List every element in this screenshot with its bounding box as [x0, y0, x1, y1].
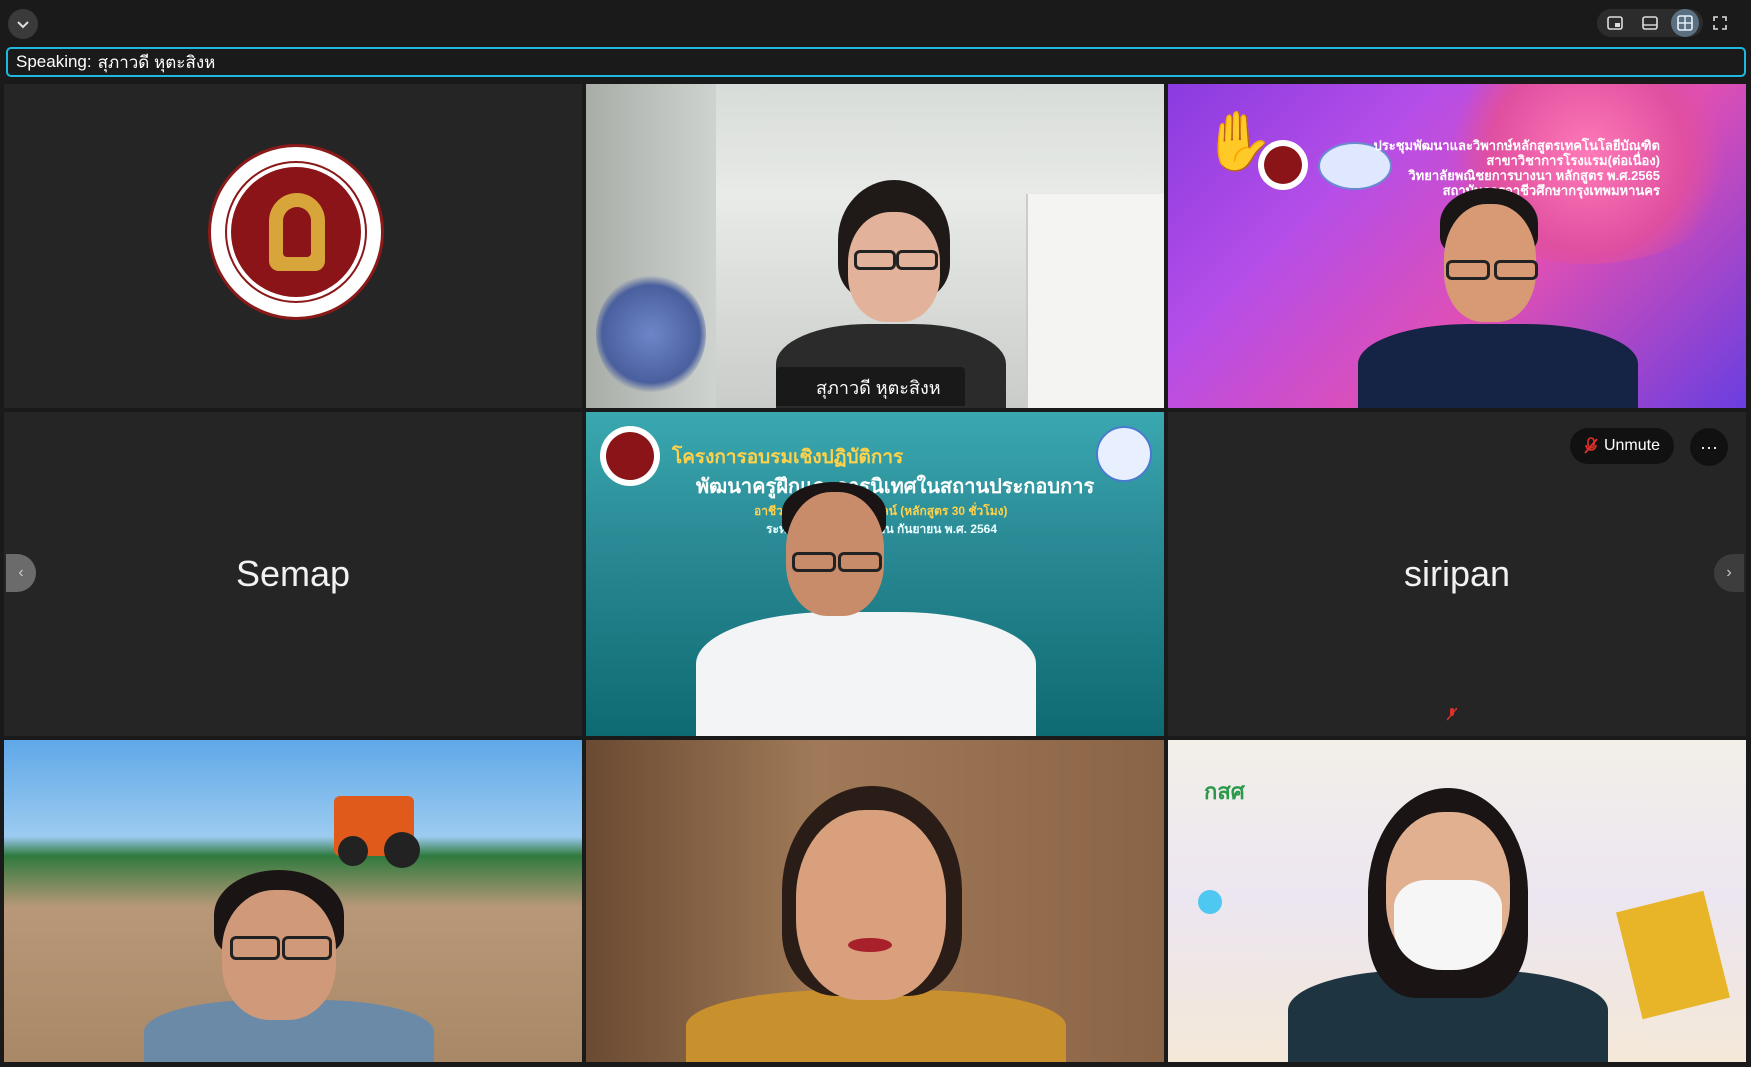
chevron-left-icon: ‹ [18, 564, 24, 581]
participant-tile-logo[interactable] [4, 84, 582, 408]
expand-icon [1712, 16, 1727, 30]
participant-name-tag: สุภาวดี หุตะสิงห [776, 367, 965, 406]
grid-icon [1676, 15, 1693, 31]
filmstrip-icon [1641, 16, 1658, 30]
picture-in-picture-icon [1606, 16, 1623, 30]
mic-muted-icon [1446, 707, 1458, 726]
video-feed [586, 84, 1164, 408]
speaking-name: สุภาวดี หุตะสิงห [97, 52, 216, 72]
chevron-down-icon [17, 21, 29, 29]
fullscreen-button[interactable] [1706, 9, 1734, 37]
participant-tile-masked[interactable]: กสศ [1168, 740, 1746, 1062]
video-feed [4, 740, 582, 1062]
participant-tile-workshop[interactable]: โครงการอบรมเชิงปฏิบัติการ พัฒนาครูฝึกและ… [586, 412, 1164, 736]
participant-tile-semap[interactable]: Semap [4, 412, 582, 736]
next-page-button[interactable]: › [1714, 554, 1744, 592]
institution-logo [208, 144, 384, 320]
video-feed [586, 740, 1164, 1062]
view-switcher [1597, 6, 1737, 40]
participant-tile-active-speaker[interactable]: สุภาวดี หุตะสิงห [586, 84, 1164, 408]
video-feed: โครงการอบรมเชิงปฏิบัติการ พัฒนาครูฝึกและ… [586, 412, 1164, 736]
participant-name: siripan [1403, 553, 1511, 594]
participant-tile-farm[interactable] [4, 740, 582, 1062]
view-grid-button[interactable] [1670, 9, 1699, 37]
speaking-indicator: Speaking: สุภาวดี หุตะสิงห [6, 47, 1746, 77]
video-feed: กสศ [1168, 740, 1746, 1062]
participant-tile-hand-raised[interactable]: ประชุมพัฒนาและวิพากษ์หลักสูตรเทคโนโลยีบั… [1168, 84, 1746, 408]
participant-tile-woman[interactable] [586, 740, 1164, 1062]
chevron-right-icon: › [1726, 564, 1732, 581]
view-filmstrip-button[interactable] [1636, 9, 1664, 37]
participant-tile-siripan[interactable]: Unmute ··· siripan [1168, 412, 1746, 736]
speaking-prefix: Speaking: [16, 52, 92, 71]
collapse-button[interactable] [8, 9, 38, 39]
top-bar [0, 0, 1751, 46]
view-pip-button[interactable] [1601, 9, 1629, 37]
raised-hand-icon: ✋ [1202, 109, 1275, 174]
participant-name: Semap [235, 553, 351, 594]
